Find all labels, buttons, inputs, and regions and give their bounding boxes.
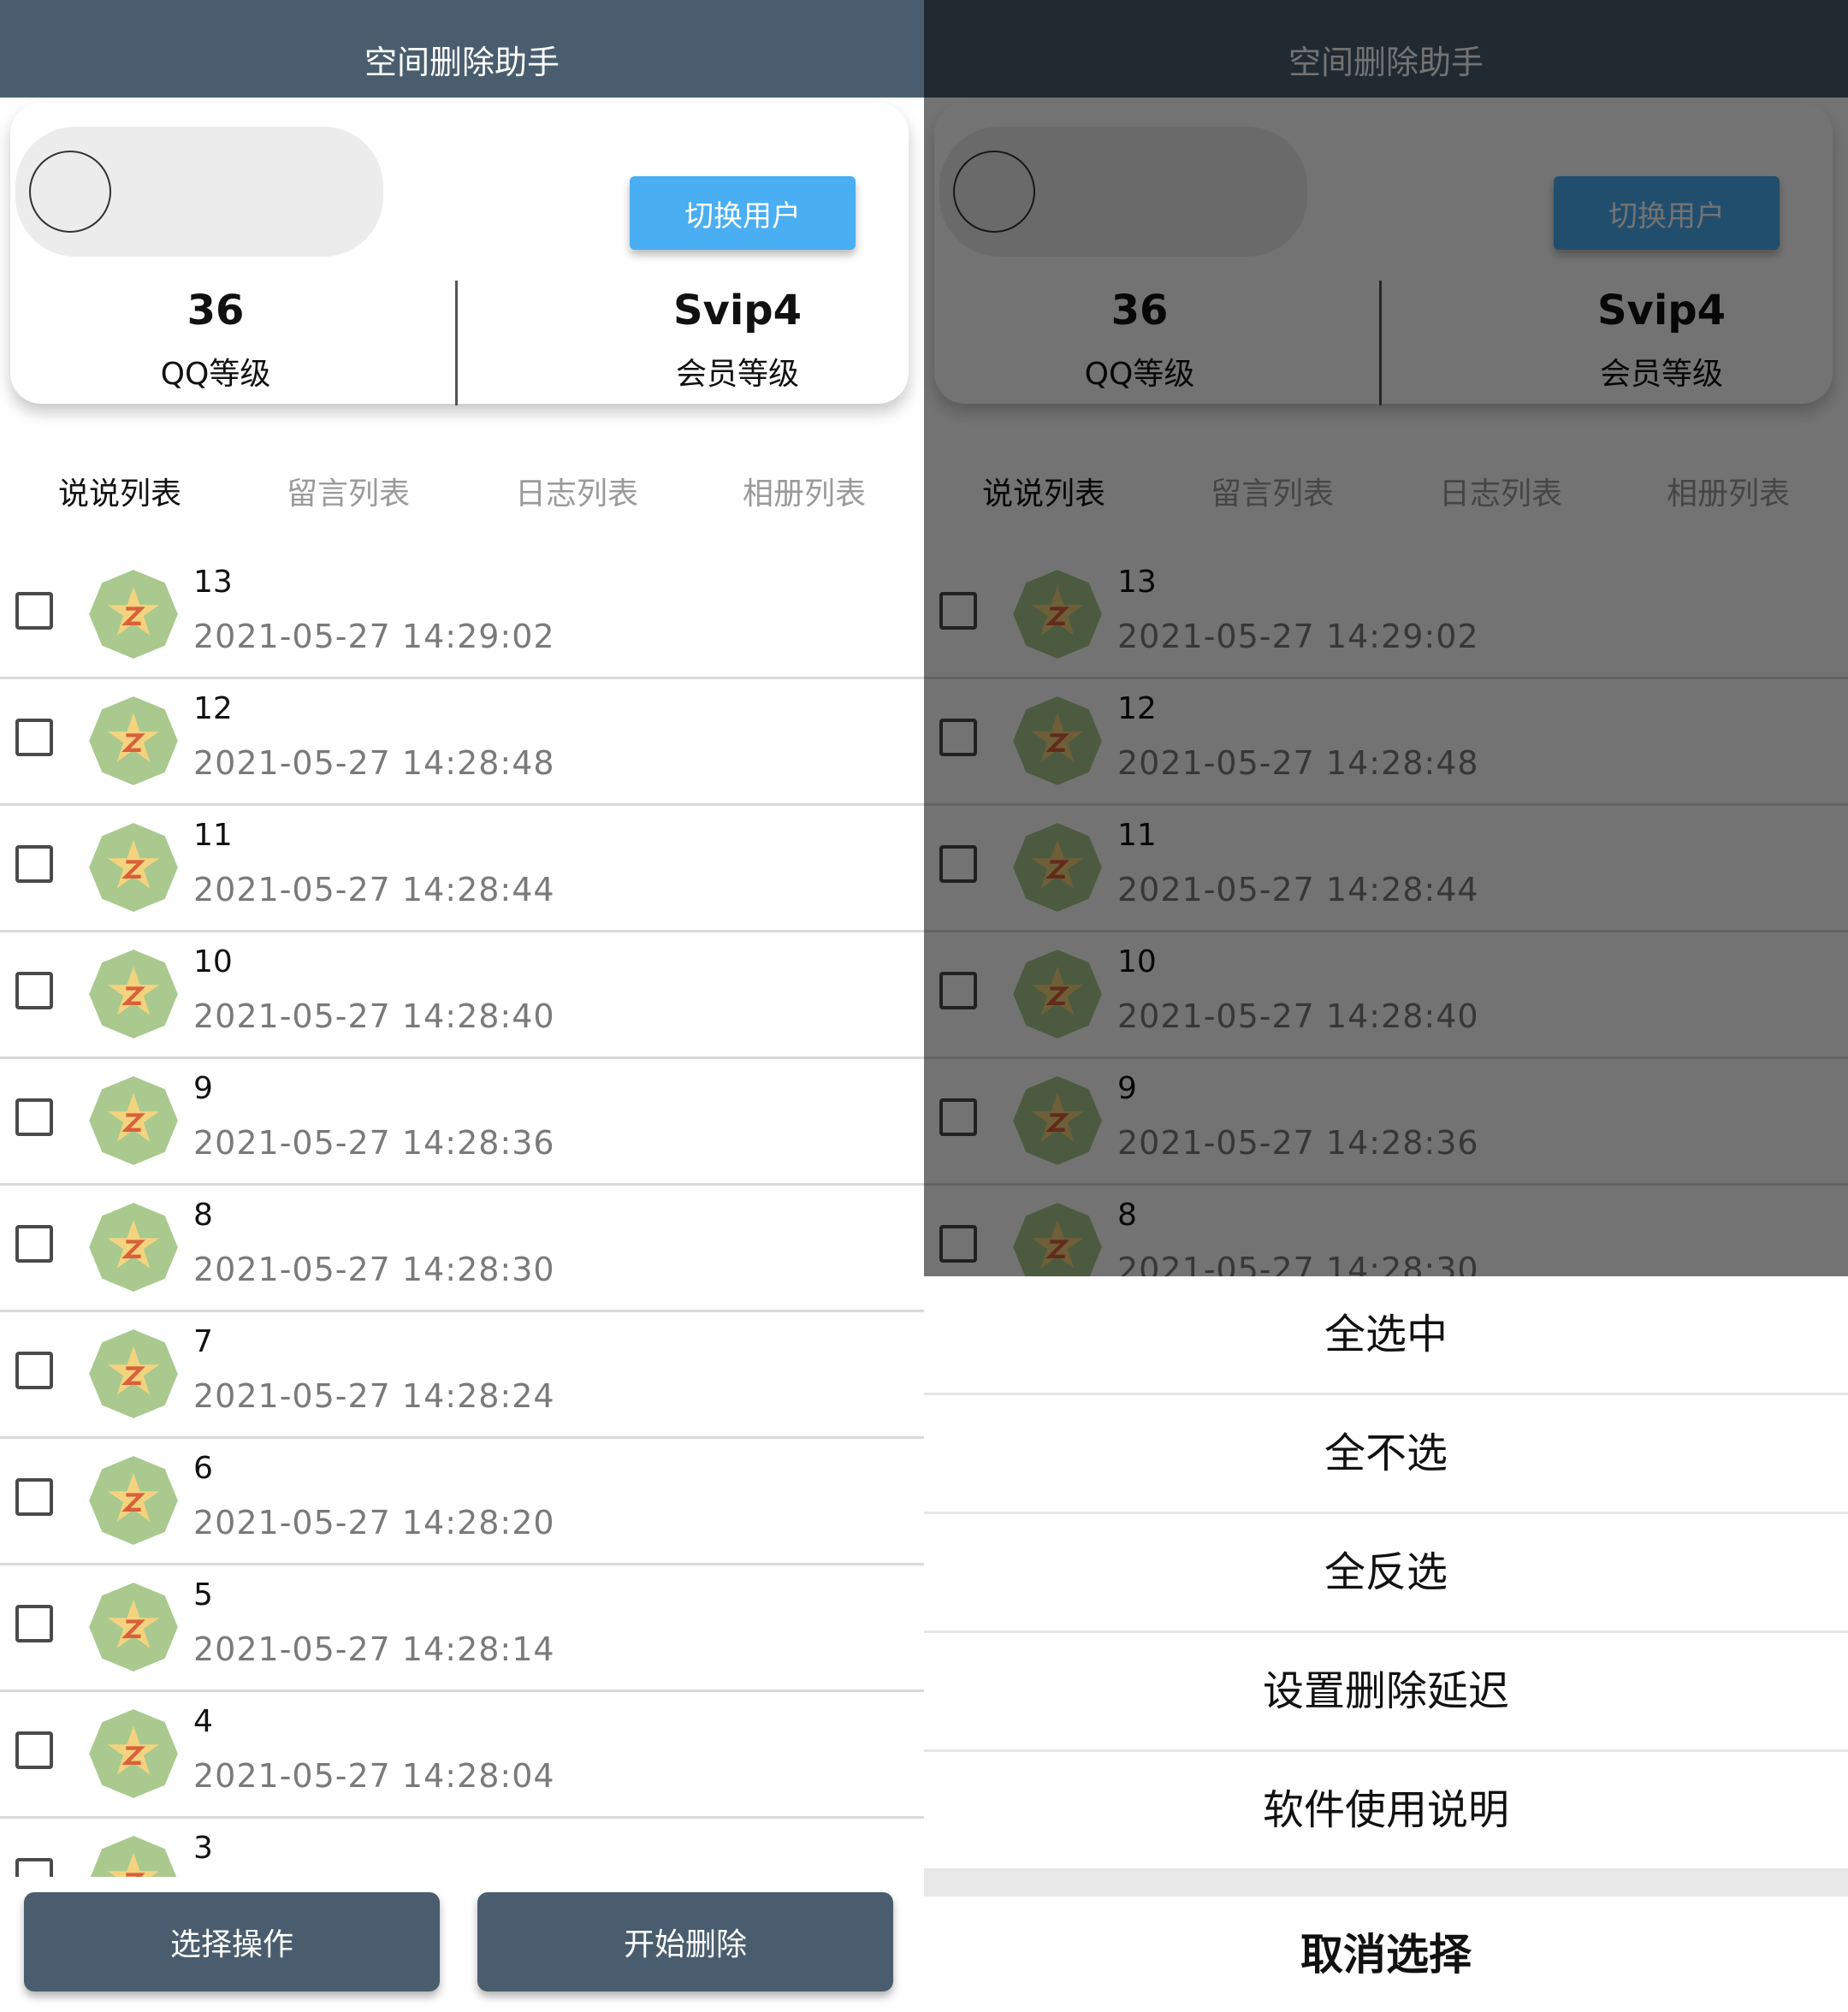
qzone-star-icon	[90, 1836, 177, 1877]
action-sheet: 全选中 全不选 全反选 设置删除延迟 软件使用说明 取消选择	[924, 1276, 1848, 2012]
select-ops-button[interactable]: 选择操作	[24, 1892, 440, 1991]
item-checkbox[interactable]	[15, 1605, 53, 1642]
list-item[interactable]: 5 2021-05-27 14:28:14	[0, 1565, 924, 1692]
vip-level-label: 会员等级	[675, 357, 799, 392]
post-title: 7	[193, 1324, 213, 1359]
post-time: 2021-05-27 14:29:02	[193, 618, 555, 655]
item-checkbox[interactable]	[15, 1858, 53, 1877]
modal-scrim[interactable]	[924, 0, 1848, 1276]
qzone-star-icon	[89, 570, 178, 659]
qzone-star-icon	[89, 1203, 178, 1292]
app-screen-main: 空间删除助手 切换用户 36 QQ等级 Svip4 会员等级 说说列表 留言列表…	[0, 0, 924, 2012]
item-checkbox[interactable]	[15, 972, 53, 1009]
profile-card: 切换用户 36 QQ等级 Svip4 会员等级	[10, 103, 909, 405]
tab-bar: 说说列表 留言列表 日志列表 相册列表	[0, 469, 924, 520]
avatar[interactable]	[29, 151, 111, 233]
qq-level-label: QQ等级	[160, 357, 271, 392]
list-item[interactable]: 12 2021-05-27 14:28:48	[0, 679, 924, 806]
qzone-star-icon	[89, 1709, 178, 1798]
qzone-star-icon	[89, 696, 178, 785]
post-title: 10	[193, 944, 233, 979]
app-title: 空间删除助手	[364, 44, 560, 81]
post-title: 13	[193, 565, 233, 600]
start-delete-button[interactable]: 开始删除	[477, 1892, 893, 1991]
qzone-star-icon	[89, 823, 178, 912]
item-checkbox[interactable]	[15, 1352, 53, 1389]
post-title: 6	[193, 1451, 213, 1486]
item-checkbox[interactable]	[15, 1225, 53, 1263]
list-item[interactable]: 10 2021-05-27 14:28:40	[0, 932, 924, 1059]
tab-albums[interactable]: 相册列表	[710, 469, 898, 513]
list-item[interactable]: 6 2021-05-27 14:28:20	[0, 1439, 924, 1565]
post-time: 2021-05-27 14:28:44	[193, 871, 555, 908]
list-item[interactable]: 4 2021-05-27 14:28:04	[0, 1692, 924, 1819]
list-item[interactable]: 3	[0, 1819, 924, 1877]
qzone-star-icon	[89, 1583, 178, 1672]
app-bar: 空间删除助手	[0, 0, 924, 98]
user-pill	[15, 127, 383, 257]
post-time: 2021-05-27 14:28:48	[193, 744, 555, 782]
vip-level-value: Svip4	[672, 287, 803, 334]
sheet-separator	[924, 1871, 1848, 1897]
post-time: 2021-05-27 14:28:36	[193, 1124, 555, 1162]
invert-selection-option[interactable]: 全反选	[924, 1514, 1848, 1633]
post-time: 2021-05-27 14:28:04	[193, 1757, 555, 1795]
list-item[interactable]: 7 2021-05-27 14:28:24	[0, 1312, 924, 1439]
post-time: 2021-05-27 14:28:14	[193, 1630, 555, 1668]
qzone-star-icon	[89, 1329, 178, 1418]
post-time: 2021-05-27 14:28:40	[193, 997, 555, 1035]
post-time: 2021-05-27 14:28:20	[193, 1504, 555, 1542]
stat-divider	[455, 281, 458, 405]
tab-blog[interactable]: 日志列表	[483, 469, 671, 513]
item-checkbox[interactable]	[15, 592, 53, 630]
tab-messages[interactable]: 留言列表	[254, 469, 442, 513]
item-checkbox[interactable]	[15, 1098, 53, 1136]
qzone-star-icon	[89, 1076, 178, 1165]
item-checkbox[interactable]	[15, 1731, 53, 1769]
bottom-action-bar: 选择操作 开始删除	[0, 1877, 924, 2012]
set-delete-delay-option[interactable]: 设置删除延迟	[924, 1633, 1848, 1752]
list-item[interactable]: 8 2021-05-27 14:28:30	[0, 1186, 924, 1312]
list-item[interactable]: 9 2021-05-27 14:28:36	[0, 1059, 924, 1186]
qzone-star-icon	[89, 1456, 178, 1545]
list-item[interactable]: 13 2021-05-27 14:29:02	[0, 553, 924, 679]
select-none-option[interactable]: 全不选	[924, 1395, 1848, 1514]
usage-guide-option[interactable]: 软件使用说明	[924, 1752, 1848, 1871]
vip-level-stat: Svip4 会员等级	[524, 281, 924, 394]
post-title: 11	[193, 818, 233, 853]
post-title: 9	[193, 1071, 213, 1106]
post-time: 2021-05-27 14:28:30	[193, 1251, 555, 1288]
select-all-option[interactable]: 全选中	[924, 1276, 1848, 1395]
post-title: 12	[193, 691, 233, 726]
post-title: 3	[193, 1831, 213, 1866]
post-list[interactable]: 13 2021-05-27 14:29:02 12 2021-05-27 14:…	[0, 553, 924, 1877]
tab-shuoshuo[interactable]: 说说列表	[26, 469, 214, 513]
post-title: 5	[193, 1577, 213, 1613]
item-checkbox[interactable]	[15, 719, 53, 756]
post-title: 8	[193, 1198, 213, 1233]
item-checkbox[interactable]	[15, 1478, 53, 1516]
post-title: 4	[193, 1704, 213, 1739]
switch-user-button[interactable]: 切换用户	[630, 176, 856, 250]
post-time: 2021-05-27 14:28:24	[193, 1377, 555, 1415]
list-item[interactable]: 11 2021-05-27 14:28:44	[0, 806, 924, 932]
qq-level-value: 36	[187, 287, 245, 334]
item-checkbox[interactable]	[15, 845, 53, 883]
cancel-selection-button[interactable]: 取消选择	[924, 1897, 1848, 2012]
qq-level-stat: 36 QQ等级	[2, 281, 429, 394]
app-screen-action-sheet: 空间删除助手 切换用户 36 QQ等级 Svip4 会员等级 说说列表 留言列表…	[924, 0, 1848, 2012]
screenshot-root: 空间删除助手 切换用户 36 QQ等级 Svip4 会员等级 说说列表 留言列表…	[0, 0, 1848, 2012]
qzone-star-icon	[89, 950, 178, 1039]
